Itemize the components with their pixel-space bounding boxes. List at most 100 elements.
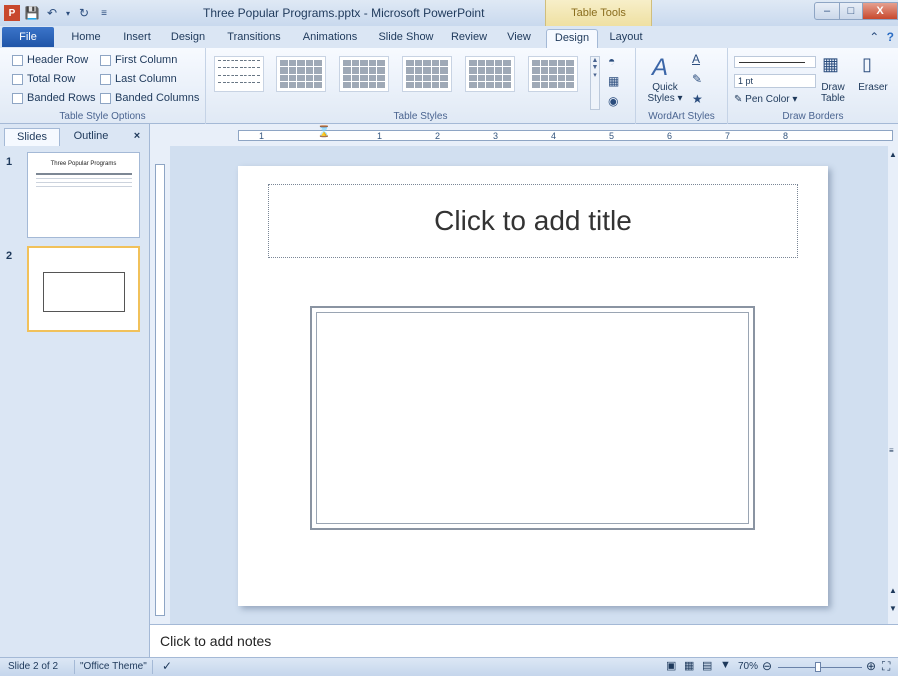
table-styles-gallery-scroll[interactable]: ▲ ▼ ▾ [590,56,600,110]
header-row-option[interactable]: Header Row [12,54,88,66]
slide-canvas[interactable]: Click to add title [238,166,828,606]
zoom-slider-thumb[interactable] [815,662,821,672]
table-style-4[interactable] [402,56,452,92]
banded-rows-label: Banded Rows [27,92,96,104]
tab-animations[interactable]: Animations [296,29,364,48]
text-fill-icon[interactable]: A [692,52,700,66]
table-style-2[interactable] [276,56,326,92]
title-placeholder[interactable]: Click to add title [268,184,798,258]
draw-table-button[interactable]: Draw Table [816,82,850,104]
tab-transitions[interactable]: Transitions [220,29,288,48]
previous-slide-icon[interactable]: ▲ [889,586,897,595]
scroll-up-icon[interactable]: ▲ [889,150,897,159]
table-style-3[interactable] [339,56,389,92]
banded-columns-checkbox[interactable] [100,92,111,104]
undo-icon[interactable]: ↶ [44,5,60,21]
close-button[interactable]: X [862,2,898,20]
fit-slide-icon[interactable]: ⛶ [882,659,890,674]
table-style-options-label: Table Style Options [59,111,146,122]
first-column-checkbox[interactable] [100,54,111,66]
slide-sorter-icon[interactable]: ▦ [684,659,694,672]
tab-insert[interactable]: Insert [116,29,158,48]
gallery-down-icon[interactable]: ▼ [591,64,599,71]
text-effects-icon[interactable]: ★ [692,92,703,106]
table-tools-context-label: Table Tools [545,0,652,26]
slide-2-thumbnail[interactable] [27,246,140,332]
slide-1-thumbnail[interactable]: Three Popular Programs [27,152,140,238]
effects-icon[interactable]: ◉ [608,94,618,108]
window-title: Three Popular Programs.pptx - Microsoft … [203,6,485,20]
tab-home[interactable]: Home [64,29,108,48]
horizontal-ruler-bar: 1 ⌛ 1 2 3 4 5 6 7 8 [238,126,893,141]
slide-show-view-icon[interactable]: ▼ [720,659,731,671]
shading-icon[interactable]: ◓ [608,54,615,68]
borders-icon[interactable]: ▦ [608,74,619,88]
table-styles-label: Table Styles [393,111,448,122]
quick-styles-icon[interactable]: A [652,54,668,82]
customize-toolbar-icon[interactable]: ≡ [96,5,112,21]
eraser-button[interactable]: Eraser [852,82,894,93]
pen-color-label: Pen Color ▾ [745,94,798,105]
first-column-option[interactable]: First Column [100,54,177,66]
zoom-out-icon[interactable]: ⊖ [762,659,772,673]
tab-outline[interactable]: Outline [62,128,120,146]
minimize-button[interactable]: – [814,2,840,20]
zoom-level[interactable]: 70% [738,661,758,672]
tab-file[interactable]: File [2,27,54,47]
banded-rows-checkbox[interactable] [12,92,23,104]
help-icon[interactable]: ? [887,30,894,44]
powerpoint-logo-icon[interactable]: P [4,5,20,21]
table-style-6[interactable] [528,56,578,92]
spell-check-icon[interactable]: ✓ [162,659,172,673]
redo-icon[interactable]: ↻ [76,5,92,21]
tab-review[interactable]: Review [446,29,492,48]
tab-table-design[interactable]: Design [546,29,598,48]
pen-color-button[interactable]: ✎ Pen Color ▾ [734,94,808,105]
theme-status[interactable]: "Office Theme" [80,661,147,672]
scroll-thumb-icon[interactable]: ≡ [889,446,894,455]
eraser-icon[interactable]: ▯ [862,54,872,75]
save-icon[interactable]: 💾 [24,5,40,21]
header-row-checkbox[interactable] [12,54,23,66]
gallery-more-icon[interactable]: ▾ [591,71,599,79]
minimize-ribbon-icon[interactable]: ⌃ [869,30,879,44]
gallery-up-icon[interactable]: ▲ [591,57,599,64]
vertical-scrollbar[interactable]: ▲ ≡ ▲ ▼ [888,146,898,624]
normal-view-icon[interactable]: ▣ [666,659,676,672]
draw-table-icon[interactable]: ▦ [822,54,839,75]
tab-slides[interactable]: Slides [4,128,60,146]
table-style-no-grid[interactable] [214,56,264,92]
tab-design[interactable]: Design [166,29,210,48]
notes-pane[interactable]: Click to add notes [150,624,898,657]
table-style-5[interactable] [465,56,515,92]
draw-table-line1: Draw [821,82,845,93]
status-divider [152,660,153,674]
last-column-checkbox[interactable] [100,73,111,85]
text-outline-icon[interactable]: ✎ [692,72,702,86]
slide-1-thumb-table [36,173,132,187]
reading-view-icon[interactable]: ▤ [702,659,712,672]
last-column-option[interactable]: Last Column [100,73,177,85]
horizontal-ruler: 1 ⌛ 1 2 3 4 5 6 7 8 [170,124,898,146]
banded-rows-option[interactable]: Banded Rows [12,92,96,104]
banded-columns-option[interactable]: Banded Columns [100,92,199,104]
pen-style-dropdown[interactable] [734,56,816,68]
close-pane-button[interactable]: × [130,128,144,146]
maximize-button[interactable]: □ [839,2,863,20]
tab-view[interactable]: View [500,29,538,48]
indent-marker-icon[interactable]: ⌛ [317,125,331,138]
total-row-checkbox[interactable] [12,73,23,85]
banded-columns-label: Banded Columns [115,92,200,104]
ruler-tick: 8 [783,131,789,141]
undo-dropdown-icon[interactable]: ▾ [64,5,72,21]
table-body[interactable] [316,312,749,524]
quick-styles-button[interactable]: Quick Styles ▾ [642,82,688,104]
next-slide-icon[interactable]: ▼ [889,604,897,613]
table-frame[interactable] [310,306,755,530]
tab-table-layout[interactable]: Layout [604,29,648,48]
total-row-option[interactable]: Total Row [12,73,75,85]
zoom-in-icon[interactable]: ⊕ [866,659,876,673]
notes-placeholder: Click to add notes [160,633,272,649]
pen-weight-dropdown[interactable]: 1 pt [734,74,816,88]
tab-slide-show[interactable]: Slide Show [372,29,440,48]
